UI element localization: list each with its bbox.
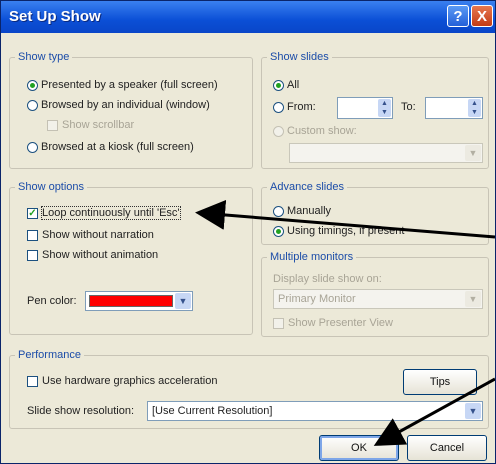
arrow-icon	[195, 200, 495, 446]
set-up-show-dialog: Set Up Show ? X Show type Presented by a…	[0, 0, 496, 464]
